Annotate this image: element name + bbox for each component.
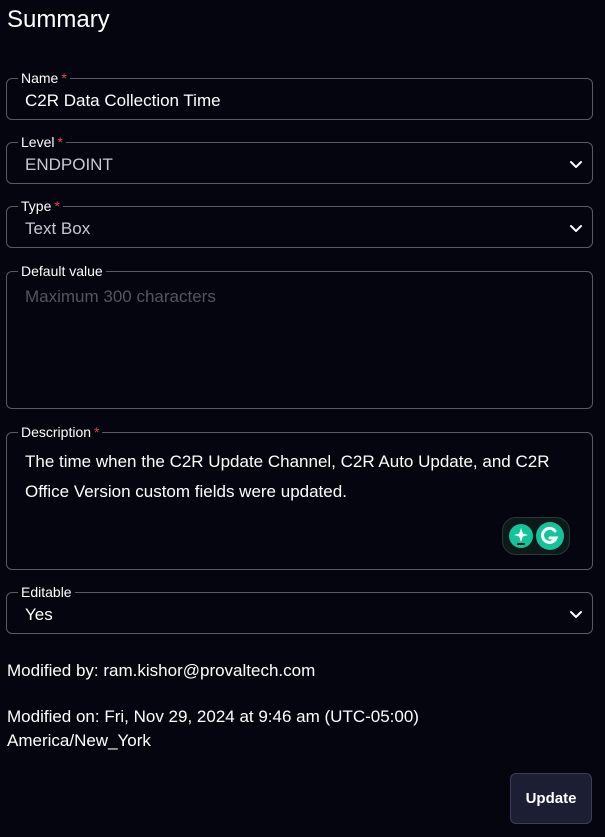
- description-label-text: Description: [21, 424, 92, 440]
- description-value[interactable]: The time when the C2R Update Channel, C2…: [25, 447, 575, 507]
- modified-on: Modified on: Fri, Nov 29, 2024 at 9:46 a…: [7, 707, 419, 726]
- modified-timezone: America/New_York: [7, 731, 151, 750]
- required-mark: *: [94, 424, 100, 440]
- update-button[interactable]: Update: [510, 773, 592, 824]
- type-value: Text Box: [25, 219, 91, 238]
- name-field[interactable]: Name * C2R Data Collection Time: [6, 70, 593, 120]
- editable-label-text: Editable: [21, 584, 72, 600]
- default-value-placeholder: Maximum 300 characters: [25, 287, 216, 306]
- editable-select[interactable]: Editable Yes: [6, 584, 593, 634]
- level-label-text: Level: [21, 134, 55, 150]
- default-value-label: Default value: [18, 263, 106, 279]
- chevron-down-icon[interactable]: [568, 156, 584, 172]
- level-label: Level *: [18, 134, 66, 150]
- name-label: Name *: [18, 70, 70, 86]
- required-mark: *: [57, 134, 63, 150]
- description-textarea[interactable]: Description * The time when the C2R Updat…: [6, 424, 593, 570]
- description-label: Description *: [18, 424, 103, 440]
- type-label-text: Type: [21, 198, 52, 214]
- name-label-text: Name: [21, 70, 59, 86]
- grammarly-widget[interactable]: [502, 517, 570, 555]
- modified-by: Modified by: ram.kishor@provaltech.com: [7, 661, 316, 680]
- level-value: ENDPOINT: [25, 155, 113, 174]
- required-mark: *: [61, 70, 67, 86]
- grammarly-assistant-icon[interactable]: [508, 524, 533, 548]
- summary-panel: Summary Name * C2R Data Collection Time L…: [0, 0, 605, 837]
- page-title: Summary: [7, 6, 110, 33]
- editable-value: Yes: [25, 605, 53, 624]
- level-select[interactable]: Level * ENDPOINT: [6, 134, 593, 184]
- type-select[interactable]: Type * Text Box: [6, 198, 593, 248]
- grammarly-logo-icon[interactable]: [535, 522, 564, 550]
- chevron-down-icon[interactable]: [568, 606, 584, 622]
- default-value-textarea[interactable]: Default value Maximum 300 characters: [6, 263, 593, 409]
- default-value-label-text: Default value: [21, 263, 103, 279]
- type-label: Type *: [18, 198, 63, 214]
- editable-label: Editable: [18, 584, 75, 600]
- name-value[interactable]: C2R Data Collection Time: [25, 91, 221, 111]
- required-mark: *: [54, 198, 60, 214]
- chevron-down-icon[interactable]: [568, 220, 584, 236]
